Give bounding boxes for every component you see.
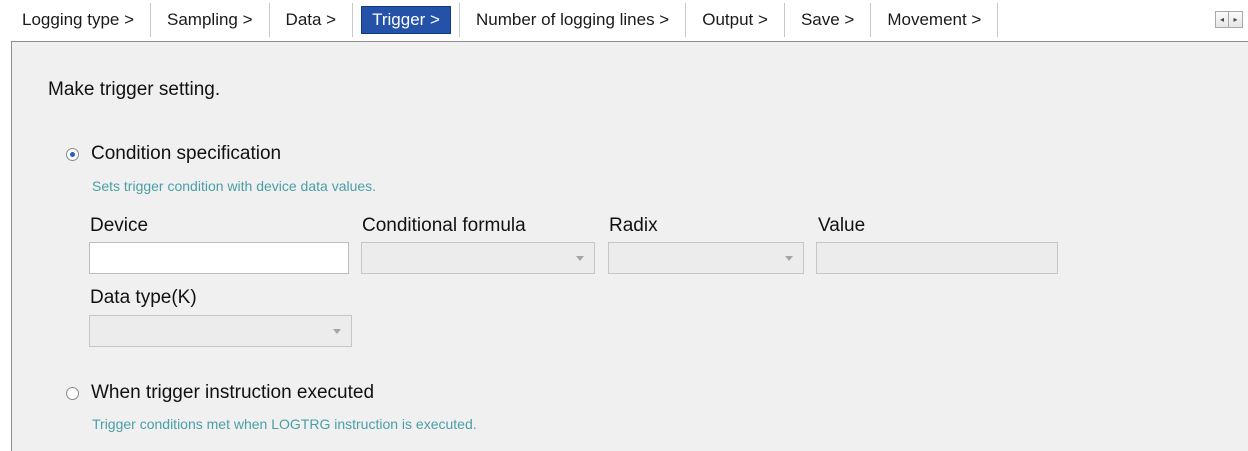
scroll-right-icon[interactable]: ▸ [1229,11,1243,28]
tab-output[interactable]: Output > [686,3,785,37]
radix-select[interactable] [608,242,804,274]
condition-specification-radio[interactable] [66,147,79,161]
trigger-settings-panel: Make trigger setting. Condition specific… [11,41,1248,451]
scroll-left-icon[interactable]: ◂ [1215,11,1229,28]
tab-label: Save > [800,10,855,29]
tab-strip: Logging type > Sampling > Data > Trigger… [0,0,1248,41]
panel-heading: Make trigger setting. [48,79,221,100]
tab-list: Logging type > Sampling > Data > Trigger… [8,3,999,37]
data-type-select[interactable] [89,315,352,347]
tab-label: Output > [702,10,768,29]
data-type-label: Data type(K) [90,287,197,308]
tab-scroll-buttons: ◂ ▸ [1215,11,1243,28]
tab-label: Data > [285,10,337,29]
device-input[interactable] [89,242,349,274]
trigger-instruction-radio[interactable] [66,386,79,400]
tab-label: Trigger > [361,6,451,34]
condition-specification-hint: Sets trigger condition with device data … [92,178,377,194]
trigger-instruction-label: When trigger instruction executed [91,382,375,403]
tab-data[interactable]: Data > [270,3,354,37]
conditional-formula-select[interactable] [361,242,595,274]
tab-number-of-logging-lines[interactable]: Number of logging lines > [460,3,687,37]
condition-specification-option[interactable]: Condition specification [66,143,281,165]
value-label: Value [818,215,866,236]
tab-movement[interactable]: Movement > [871,3,999,37]
condition-specification-label: Condition specification [91,143,282,164]
value-input[interactable] [816,242,1058,274]
radix-label: Radix [609,215,658,236]
tab-label: Number of logging lines > [475,10,670,29]
tab-save[interactable]: Save > [785,3,872,37]
tab-sampling[interactable]: Sampling > [151,3,270,37]
trigger-instruction-hint: Trigger conditions met when LOGTRG instr… [92,416,477,432]
trigger-instruction-option[interactable]: When trigger instruction executed [66,382,374,404]
conditional-formula-label: Conditional formula [362,215,526,236]
tab-trigger[interactable]: Trigger > [353,3,460,37]
tab-label: Logging type > [22,10,135,29]
tab-label: Movement > [887,10,982,29]
tab-label: Sampling > [167,10,253,29]
chevron-down-icon [785,256,793,261]
tab-logging-type[interactable]: Logging type > [8,3,152,37]
device-label: Device [90,215,149,236]
chevron-down-icon [333,329,341,334]
chevron-down-icon [576,256,584,261]
